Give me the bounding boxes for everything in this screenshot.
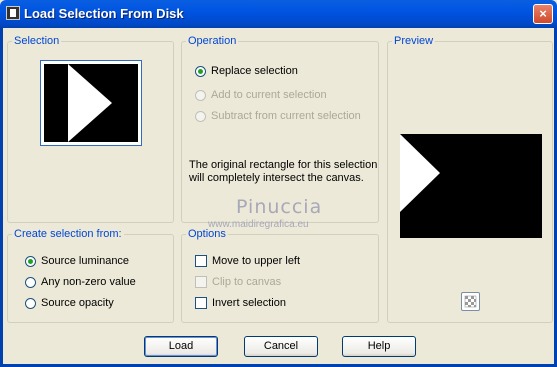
checkbox[interactable]	[195, 297, 207, 309]
operation-legend: Operation	[186, 35, 239, 47]
radio-label: Source luminance	[41, 255, 130, 267]
checkbox-move-to-upper-left[interactable]: Move to upper left	[195, 255, 300, 267]
checkbox[interactable]	[195, 255, 207, 267]
radio-button[interactable]	[25, 276, 36, 288]
radio-label: Replace selection	[211, 65, 298, 77]
radio-add-to-current-selection: Add to current selection	[195, 89, 327, 101]
radio-subtract-from-current-selection: Subtract from current selection	[195, 110, 361, 122]
checkerboard-glyph	[464, 295, 477, 308]
radio-button[interactable]	[195, 65, 206, 77]
radio-source-luminance[interactable]: Source luminance	[25, 255, 129, 267]
cancel-button[interactable]: Cancel	[244, 336, 318, 357]
preview-shape	[400, 134, 542, 238]
info-line: The original rectangle for this selectio…	[189, 159, 378, 171]
radio-any-non-zero-value[interactable]: Any non-zero value	[25, 276, 136, 288]
preview-image	[400, 134, 542, 238]
checkerboard-icon[interactable]	[461, 292, 480, 311]
checkbox-label: Invert selection	[212, 297, 286, 309]
checkbox	[195, 276, 207, 288]
radio-label: Any non-zero value	[41, 276, 136, 288]
radio-replace-selection[interactable]: Replace selection	[195, 65, 298, 77]
create-selection-legend: Create selection from:	[12, 228, 124, 240]
app-icon	[6, 6, 20, 20]
help-button[interactable]: Help	[342, 336, 416, 357]
window-title: Load Selection From Disk	[24, 6, 184, 21]
radio-label: Source opacity	[41, 297, 114, 309]
checkbox-invert-selection[interactable]: Invert selection	[195, 297, 286, 309]
selection-shape	[44, 64, 138, 142]
radio-button	[195, 89, 206, 101]
radio-source-opacity[interactable]: Source opacity	[25, 297, 114, 309]
selection-legend: Selection	[12, 35, 62, 47]
checkbox-clip-to-canvas: Clip to canvas	[195, 276, 281, 288]
radio-button	[195, 110, 206, 122]
radio-label: Add to current selection	[211, 89, 327, 101]
watermark-name: Pinuccia	[236, 196, 323, 218]
radio-button[interactable]	[25, 297, 36, 309]
load-button[interactable]: Load	[144, 336, 218, 357]
selection-thumbnail[interactable]	[40, 60, 142, 146]
info-line: will completely intersect the canvas.	[189, 172, 364, 184]
checkbox-label: Move to upper left	[212, 255, 301, 267]
radio-label: Subtract from current selection	[211, 110, 361, 122]
preview-legend: Preview	[392, 35, 436, 47]
close-button[interactable]: ×	[533, 4, 553, 24]
watermark-url: www.maidiregrafica.eu	[208, 219, 309, 230]
operation-info-text: The original rectangle for this selectio…	[189, 159, 377, 185]
checkbox-label: Clip to canvas	[212, 276, 282, 288]
title-bar[interactable]: Load Selection From Disk ×	[0, 0, 557, 28]
radio-button[interactable]	[25, 255, 36, 267]
